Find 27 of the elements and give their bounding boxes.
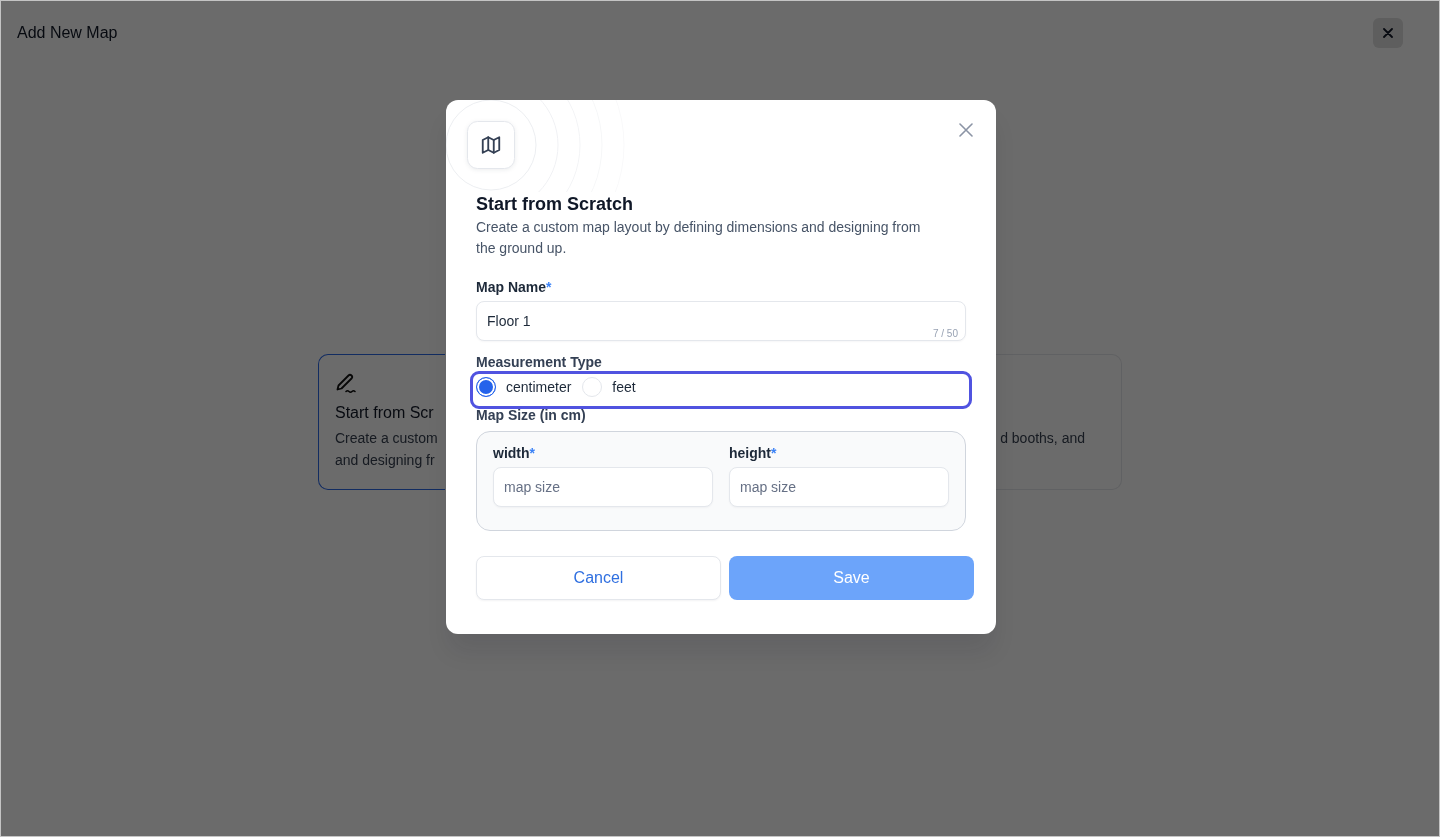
field-label: height bbox=[729, 444, 771, 463]
section-label: Measurement Type bbox=[476, 353, 602, 372]
card-description: and designing fr bbox=[335, 451, 435, 470]
field-label: Map Name bbox=[476, 278, 547, 297]
required-mark: * bbox=[546, 278, 552, 297]
close-button[interactable] bbox=[1373, 17, 1403, 48]
section-label: Map Size (in cm) bbox=[476, 406, 586, 425]
card-description: Create a custom bbox=[335, 429, 438, 448]
radio-label[interactable]: centimeter bbox=[506, 377, 572, 397]
cancel-button[interactable]: Cancel bbox=[476, 556, 721, 600]
required-mark: * bbox=[529, 444, 535, 463]
radio-group[interactable]: centimeter feet bbox=[476, 377, 966, 403]
text-input[interactable]: map size bbox=[493, 467, 713, 507]
radio-button[interactable] bbox=[476, 377, 496, 397]
field-label: width bbox=[493, 444, 530, 463]
dialog-title: Start from Scratch bbox=[476, 193, 635, 216]
character-counter: 7 / 50 bbox=[932, 328, 958, 340]
option-card[interactable]: Start from Scr Create a custom and designing fr bbox=[318, 354, 445, 490]
card-title: Start from Scr bbox=[335, 403, 434, 423]
page-title: Add New Map bbox=[17, 24, 118, 42]
required-mark: * bbox=[771, 444, 777, 463]
text-input[interactable]: map size bbox=[729, 467, 949, 507]
dialog-description: Create a custom map layout by defining dimensions and designing from the ground up. bbox=[476, 218, 922, 258]
pen-icon bbox=[335, 373, 357, 395]
card-description: d booths, and bbox=[1000, 429, 1085, 448]
close-icon[interactable] bbox=[1383, 27, 1393, 38]
radio-label[interactable]: feet bbox=[612, 377, 636, 397]
